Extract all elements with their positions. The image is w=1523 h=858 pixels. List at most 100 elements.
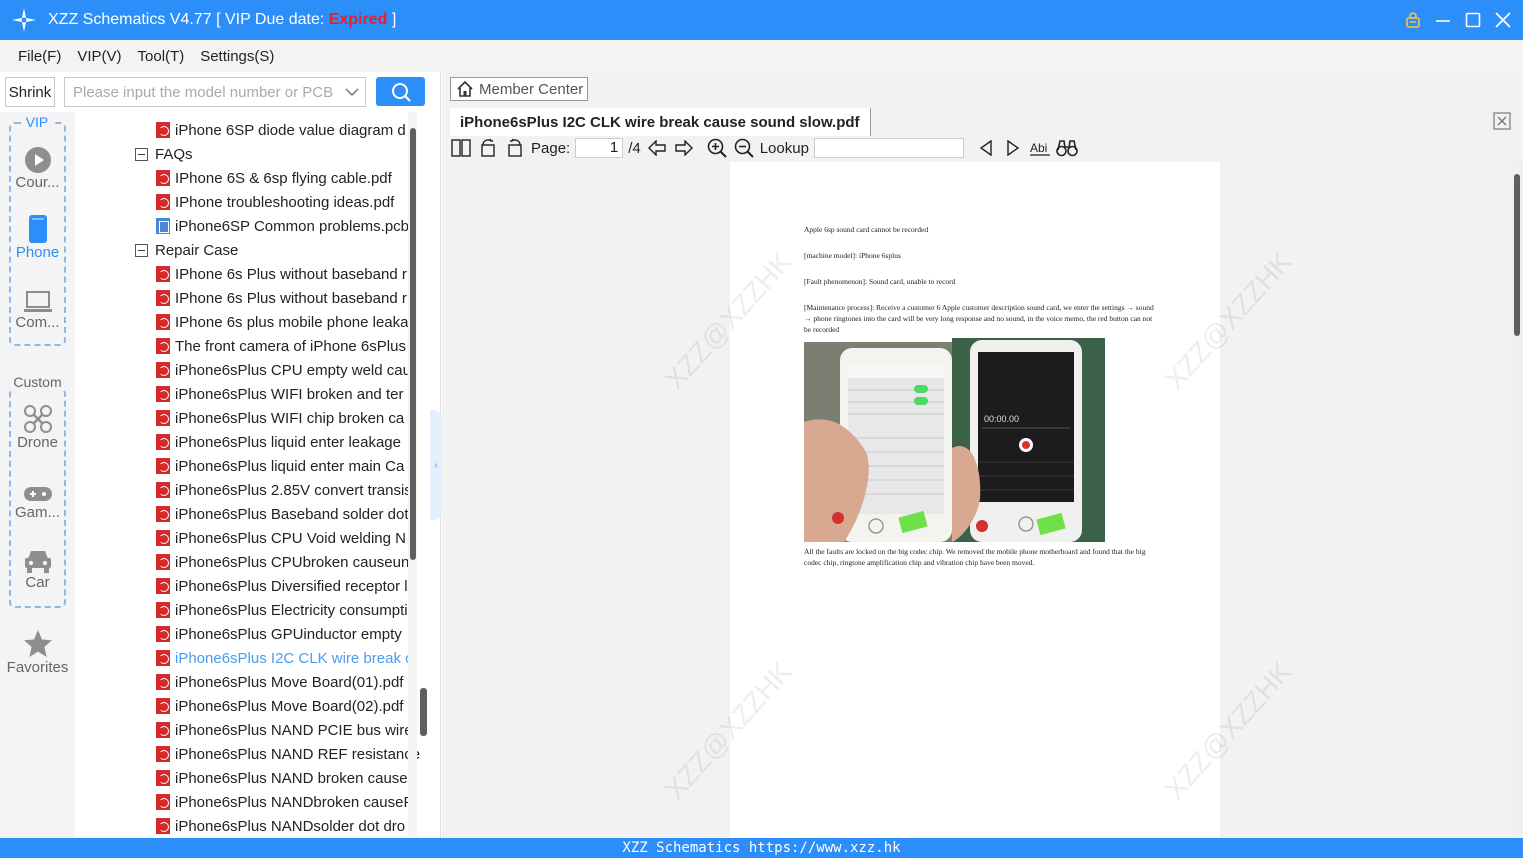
lock-icon[interactable] — [1403, 10, 1423, 30]
tree-file-row[interactable]: iPhone6sPlus WIFI broken and ter — [156, 382, 403, 406]
search-icon — [391, 82, 411, 102]
category-drone[interactable]: Drone — [0, 402, 75, 451]
tree-file-row[interactable]: iPhone6sPlus CPUbroken causeun — [156, 550, 409, 574]
menu-settings[interactable]: Settings(S) — [200, 48, 274, 65]
pdf-file-icon — [156, 674, 170, 690]
prev-page-arrow-icon[interactable] — [646, 137, 668, 159]
drone-icon — [0, 402, 75, 434]
match-case-icon[interactable]: Abi — [1029, 137, 1051, 159]
tree-file-row[interactable]: iPhone6sPlus NAND REF resistance — [156, 742, 420, 766]
page-number-input[interactable]: 1 — [575, 138, 624, 158]
tree-folder-row[interactable]: FAQs — [135, 142, 193, 166]
category-computer[interactable]: Com... — [0, 282, 75, 331]
tree-file-row[interactable]: iPhone6sPlus NANDsolder dot dro — [156, 814, 405, 838]
two-page-view-icon[interactable] — [450, 137, 472, 159]
pdf-scrollbar-thumb[interactable] — [1514, 174, 1520, 336]
svg-text:Abi: Abi — [1030, 141, 1047, 155]
close-icon[interactable] — [1493, 10, 1513, 30]
tree-file-row[interactable]: The front camera of iPhone 6sPlus — [156, 334, 406, 358]
tree-file-row[interactable]: iPhone6sPlus Move Board(01).pdf — [156, 670, 403, 694]
tree-file-row[interactable]: iPhone6sPlus WIFI chip broken ca — [156, 406, 404, 430]
find-next-icon[interactable] — [1002, 137, 1024, 159]
category-car[interactable]: Car — [0, 542, 75, 591]
category-favorites[interactable]: Favorites — [0, 627, 75, 676]
tree-file-row[interactable]: iPhone6sPlus NAND broken cause — [156, 766, 408, 790]
lookup-input[interactable] — [813, 138, 964, 158]
tree-scrollbar-thumb[interactable] — [410, 128, 416, 560]
tree-file-row[interactable]: iPhone6sPlus CPU Void welding N — [156, 526, 406, 550]
menu-file[interactable]: File(F) — [18, 48, 61, 65]
rotate-right-icon[interactable] — [504, 137, 526, 159]
zoom-out-icon[interactable] — [733, 137, 755, 159]
pdf-file-icon — [156, 554, 170, 570]
tree-file-label: IPhone troubleshooting ideas.pdf — [175, 193, 395, 211]
binoculars-icon[interactable] — [1056, 137, 1078, 159]
minimize-icon[interactable] — [1433, 10, 1453, 30]
category-game[interactable]: Gam... — [0, 472, 75, 521]
tree-file-row[interactable]: iPhone6sPlus liquid enter leakage — [156, 430, 401, 454]
tree-file-row-selected[interactable]: iPhone6sPlus I2C CLK wire break c — [156, 646, 413, 670]
pdf-file-icon — [156, 410, 170, 426]
collapse-panel-handle[interactable]: ‹ — [430, 410, 442, 520]
pdf-file-icon — [156, 770, 170, 786]
tree-file-label: iPhone6sPlus WIFI chip broken ca — [175, 409, 405, 427]
find-prev-icon[interactable] — [975, 137, 997, 159]
tree-file-label: iPhone 6SP diode value diagram d — [175, 121, 406, 139]
pdf-canvas[interactable]: Apple 6sp sound card cannot be recorded … — [442, 160, 1523, 838]
tree-file-row[interactable]: iPhone6sPlus NANDbroken causeF — [156, 790, 413, 814]
tree-file-label: iPhone6sPlus NANDbroken causeF — [175, 793, 413, 811]
tree-file-row[interactable]: iPhone 6SP diode value diagram d — [156, 118, 406, 142]
zoom-in-icon[interactable] — [706, 137, 728, 159]
tree-file-row[interactable]: iPhone6sPlus NAND PCIE bus wire — [156, 718, 413, 742]
doc-conclusion-paragraph: All the faults are locked on the big cod… — [804, 547, 1146, 567]
collapse-toggle-icon[interactable] — [135, 243, 148, 257]
pdf-vertical-scrollbar[interactable] — [1511, 160, 1523, 838]
tree-file-row[interactable]: IPhone 6s plus mobile phone leaka — [156, 310, 409, 334]
tree-file-row[interactable]: iPhone6SP Common problems.pcb — [156, 214, 409, 238]
next-page-arrow-icon[interactable] — [673, 137, 695, 159]
document-tab[interactable]: iPhone6sPlus I2C CLK wire break cause so… — [450, 108, 871, 136]
tree-file-row[interactable]: iPhone6sPlus Baseband solder dot — [156, 502, 409, 526]
category-phone[interactable]: Phone — [0, 212, 75, 261]
model-search-input[interactable] — [73, 83, 339, 101]
tree-file-row[interactable]: iPhone6sPlus CPU empty weld cau — [156, 358, 411, 382]
tree-file-label: iPhone6sPlus NAND broken cause — [175, 769, 408, 787]
maximize-icon[interactable] — [1463, 10, 1483, 30]
menu-vip[interactable]: VIP(V) — [77, 48, 121, 65]
tree-file-row[interactable]: iPhone6sPlus Diversified receptor l — [156, 574, 408, 598]
tree-file-row[interactable]: IPhone troubleshooting ideas.pdf — [156, 190, 394, 214]
tree-file-label: iPhone6sPlus CPU empty weld cau — [175, 361, 411, 379]
tree-file-row[interactable]: iPhone6sPlus Electricity consumpti — [156, 598, 408, 622]
rotate-left-icon[interactable] — [477, 137, 499, 159]
model-search-combobox[interactable] — [64, 77, 366, 107]
chevron-down-icon[interactable] — [339, 87, 365, 97]
search-button[interactable] — [376, 77, 425, 106]
collapse-toggle-icon[interactable] — [135, 147, 148, 161]
category-sidebar: VIP Cour... Phone Com... Custom Drone Ga… — [0, 112, 75, 838]
shrink-button[interactable]: Shrink — [5, 77, 55, 107]
pdf-toolbar: Page: 1 /4 Lookup Abi — [442, 136, 1523, 160]
tree-file-row[interactable]: IPhone 6S & 6sp flying cable.pdf — [156, 166, 392, 190]
tree-folder-row[interactable]: Repair Case — [135, 238, 238, 262]
menu-tool[interactable]: Tool(T) — [138, 48, 185, 65]
tree-file-row[interactable]: iPhone6sPlus 2.85V convert transis — [156, 478, 412, 502]
left-panel: Shrink VIP Cour... Phone Com... — [0, 72, 441, 838]
tree-file-row[interactable]: iPhone6sPlus Move Board(02).pdf — [156, 694, 403, 718]
tree-file-row[interactable]: iPhone6sPlus GPUinductor empty — [156, 622, 402, 646]
pdf-file-icon — [156, 626, 170, 642]
tree-horizontal-scroll-thumb[interactable] — [420, 688, 427, 736]
vip-expired-badge: Expired — [328, 11, 388, 28]
tree-file-label: iPhone6sPlus NANDsolder dot dro — [175, 817, 406, 835]
tree-file-row[interactable]: iPhone6sPlus liquid enter main Ca — [156, 454, 404, 478]
tree-file-label: iPhone6sPlus Electricity consumpti — [175, 601, 408, 619]
tree-file-label: iPhone6sPlus GPUinductor empty — [175, 625, 402, 643]
category-courses[interactable]: Cour... — [0, 142, 75, 191]
vip-group-label: VIP — [22, 114, 52, 130]
window-title: XZZ Schematics V4.77 [ VIP Due date: Exp… — [48, 11, 396, 29]
tree-folder-label: FAQs — [155, 145, 193, 163]
member-center-button[interactable]: Member Center — [450, 77, 588, 101]
pdf-file-icon — [156, 746, 170, 762]
tree-file-row[interactable]: IPhone 6s Plus without baseband r — [156, 286, 407, 310]
tree-file-row[interactable]: IPhone 6s Plus without baseband r — [156, 262, 407, 286]
close-tab-icon[interactable] — [1493, 112, 1511, 130]
